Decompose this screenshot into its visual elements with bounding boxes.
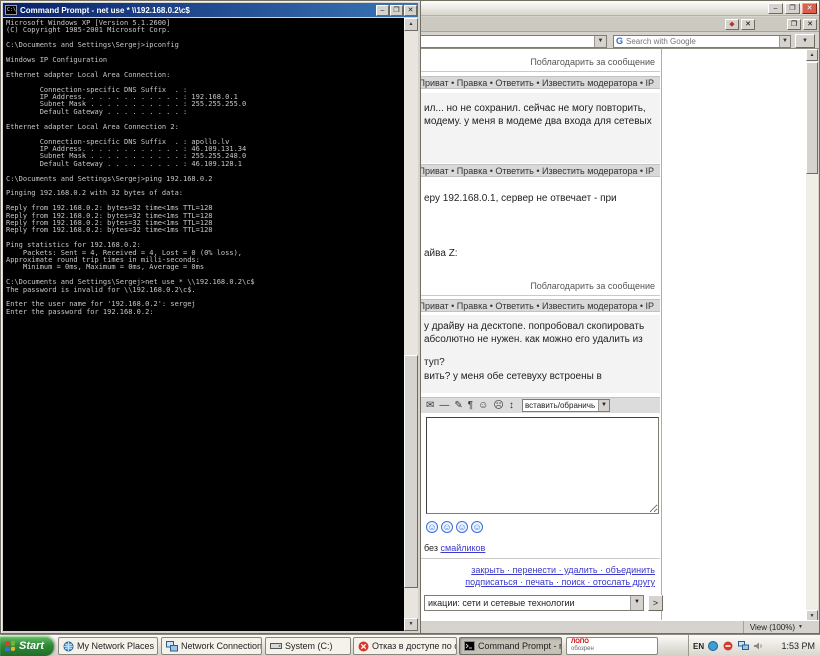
frowny-icon[interactable]: ☹: [493, 399, 503, 412]
post-text: ил... но не сохранил. сейчас не могу пов…: [424, 103, 646, 114]
browser-minimize-button[interactable]: –: [768, 3, 783, 14]
taskbar-button-label: System (C:): [285, 641, 333, 651]
post-text: еру 192.168.0.1, сервер не отвечает - пр…: [424, 193, 617, 204]
network-places-icon: [63, 641, 74, 652]
smiley-button[interactable]: ☺: [471, 521, 483, 533]
command-prompt-titlebar[interactable]: C:\ Command Prompt - net use * \\192.168…: [3, 3, 418, 17]
tray-volume-icon[interactable]: [752, 641, 764, 652]
taskbar-clock[interactable]: 1:53 PM: [781, 641, 815, 651]
scroll-up-icon[interactable]: ▲: [404, 18, 418, 31]
chevron-down-icon[interactable]: ▼: [630, 596, 643, 610]
scrollbar-thumb[interactable]: [806, 62, 818, 174]
terminal-output: Microsoft Windows XP [Version 5.1.2600] …: [3, 18, 404, 316]
taskbar-button-my-network-places[interactable]: My Network Places: [58, 637, 158, 655]
page-restore-button[interactable]: ❐: [787, 19, 801, 30]
reply-textarea[interactable]: [426, 417, 659, 514]
deskband-line2: обозрен: [571, 646, 653, 653]
no-smilies-link[interactable]: смайликов: [441, 543, 486, 553]
tray-network-icon[interactable]: [737, 641, 749, 652]
post-text: абсолютно не нужен. как можно его удалит…: [424, 334, 643, 345]
smiley-button[interactable]: ☺: [441, 521, 453, 533]
page-close-button[interactable]: ✕: [803, 19, 817, 30]
taskbar-button-network-connections[interactable]: Network Connections: [161, 637, 262, 655]
language-indicator[interactable]: EN: [693, 642, 704, 651]
tab-close-icon[interactable]: ✕: [741, 19, 755, 30]
taskbar: Start My Network Places Network Connecti…: [0, 634, 820, 656]
search-box: G ▼: [613, 35, 791, 48]
drive-icon: [270, 641, 282, 651]
zoom-label: View (100%): [750, 623, 795, 632]
post-text: вить? у меня обе сетевуху встроены в: [424, 371, 602, 382]
start-button[interactable]: Start: [0, 636, 54, 656]
tab-tile-icon[interactable]: ◆: [725, 19, 739, 30]
toolbar-dropdown-button[interactable]: ▼: [795, 34, 815, 48]
forum-jump-select[interactable]: икации: сети и сетевые технологии ▼: [424, 595, 644, 611]
scrollbar-thumb[interactable]: [404, 355, 418, 588]
insert-format-select[interactable]: вставить/обраничь ▼: [522, 399, 610, 412]
taskbar-button-label: Отказ в доступе по сет...: [372, 641, 457, 651]
forum-jump-value: икации: сети и сетевые технологии: [428, 598, 575, 608]
google-icon: G: [614, 36, 624, 47]
smiley-icon[interactable]: ☺: [478, 399, 488, 412]
tray-messenger-icon[interactable]: [707, 641, 719, 652]
tray-antivirus-icon[interactable]: [722, 641, 734, 652]
windows-flag-icon: [5, 641, 15, 652]
error-icon: [358, 641, 369, 652]
smiley-button[interactable]: ☺: [426, 521, 438, 533]
desktop: – ❐ ✕ ◆ ✕ ❐ ✕ ▼ G ▼ ▼: [0, 0, 820, 656]
search-input[interactable]: [624, 36, 779, 47]
scroll-down-icon[interactable]: ▼: [404, 618, 418, 631]
terminal-scrollbar[interactable]: ▲ ▼: [404, 18, 418, 631]
post-text: у драйву на десктопе. попробовал скопиро…: [424, 321, 644, 332]
command-prompt-icon: C:\: [5, 5, 17, 15]
address-dropdown-icon[interactable]: ▼: [594, 36, 606, 47]
browser-maximize-button[interactable]: ❐: [785, 3, 800, 14]
dash-icon[interactable]: —: [439, 399, 449, 412]
smiley-row: ☺ ☺ ☺ ☺: [426, 521, 483, 533]
browser-scrollbar[interactable]: ▲ ▼: [806, 49, 818, 622]
insert-format-value: вставить/обраничь: [525, 401, 595, 410]
terminal[interactable]: Microsoft Windows XP [Version 5.1.2600] …: [3, 18, 404, 631]
edit-icon[interactable]: ✎: [454, 399, 462, 412]
network-connections-icon: [166, 641, 178, 652]
command-prompt-window: C:\ Command Prompt - net use * \\192.168…: [0, 0, 421, 634]
command-prompt-title: Command Prompt - net use * \\192.168.0.2…: [17, 6, 376, 15]
zoom-control[interactable]: View (100%) ▼: [743, 621, 803, 633]
start-label: Start: [19, 640, 44, 652]
no-smilies-option: без смайликов: [424, 543, 485, 553]
search-dropdown-icon[interactable]: ▼: [779, 36, 790, 47]
chevron-down-icon[interactable]: ▼: [798, 624, 803, 630]
command-prompt-icon: [464, 641, 475, 651]
post-text: модему. у меня в модеме два входа для се…: [424, 116, 652, 127]
deskband-line1: ЛОПО: [571, 639, 653, 646]
resize-icon[interactable]: ↕: [509, 399, 514, 412]
taskbar-button-system-c[interactable]: System (C:): [265, 637, 351, 655]
taskbar-button-label: My Network Places: [77, 641, 154, 651]
moderator-links-row2[interactable]: подписаться · печать · поиск · отослать …: [465, 577, 655, 587]
cmd-maximize-button[interactable]: ❐: [390, 5, 403, 16]
cmd-close-button[interactable]: ✕: [404, 5, 417, 16]
paragraph-icon[interactable]: ¶: [468, 399, 473, 412]
taskbar-button-label: Command Prompt - n...: [478, 641, 562, 651]
thank-post-link[interactable]: Поблагодарить за сообщение: [530, 57, 655, 67]
taskbar-deskband-logo[interactable]: ЛОПО обозрен: [566, 637, 658, 655]
taskbar-button-network-error-dialog[interactable]: Отказ в доступе по сет...: [353, 637, 457, 655]
scroll-up-icon[interactable]: ▲: [806, 49, 818, 61]
cmd-minimize-button[interactable]: –: [376, 5, 389, 16]
taskbar-button-command-prompt[interactable]: Command Prompt - n...: [459, 637, 562, 655]
thank-post-link[interactable]: Поблагодарить за сообщение: [530, 281, 655, 291]
system-tray: EN 1:53 PM: [688, 635, 820, 656]
smiley-button[interactable]: ☺: [456, 521, 468, 533]
email-icon[interactable]: ✉: [426, 399, 434, 412]
moderator-links-row1[interactable]: закрыть · перенести · удалить · объедини…: [471, 565, 655, 575]
taskbar-button-label: Network Connections: [181, 641, 262, 651]
chevron-down-icon[interactable]: ▼: [598, 400, 609, 411]
browser-close-button[interactable]: ✕: [802, 3, 817, 14]
post-text: айва Z:: [424, 248, 458, 259]
forum-jump-go-button[interactable]: >: [648, 595, 663, 611]
no-smilies-label: без: [424, 543, 441, 553]
post-text: туп?: [424, 357, 445, 368]
